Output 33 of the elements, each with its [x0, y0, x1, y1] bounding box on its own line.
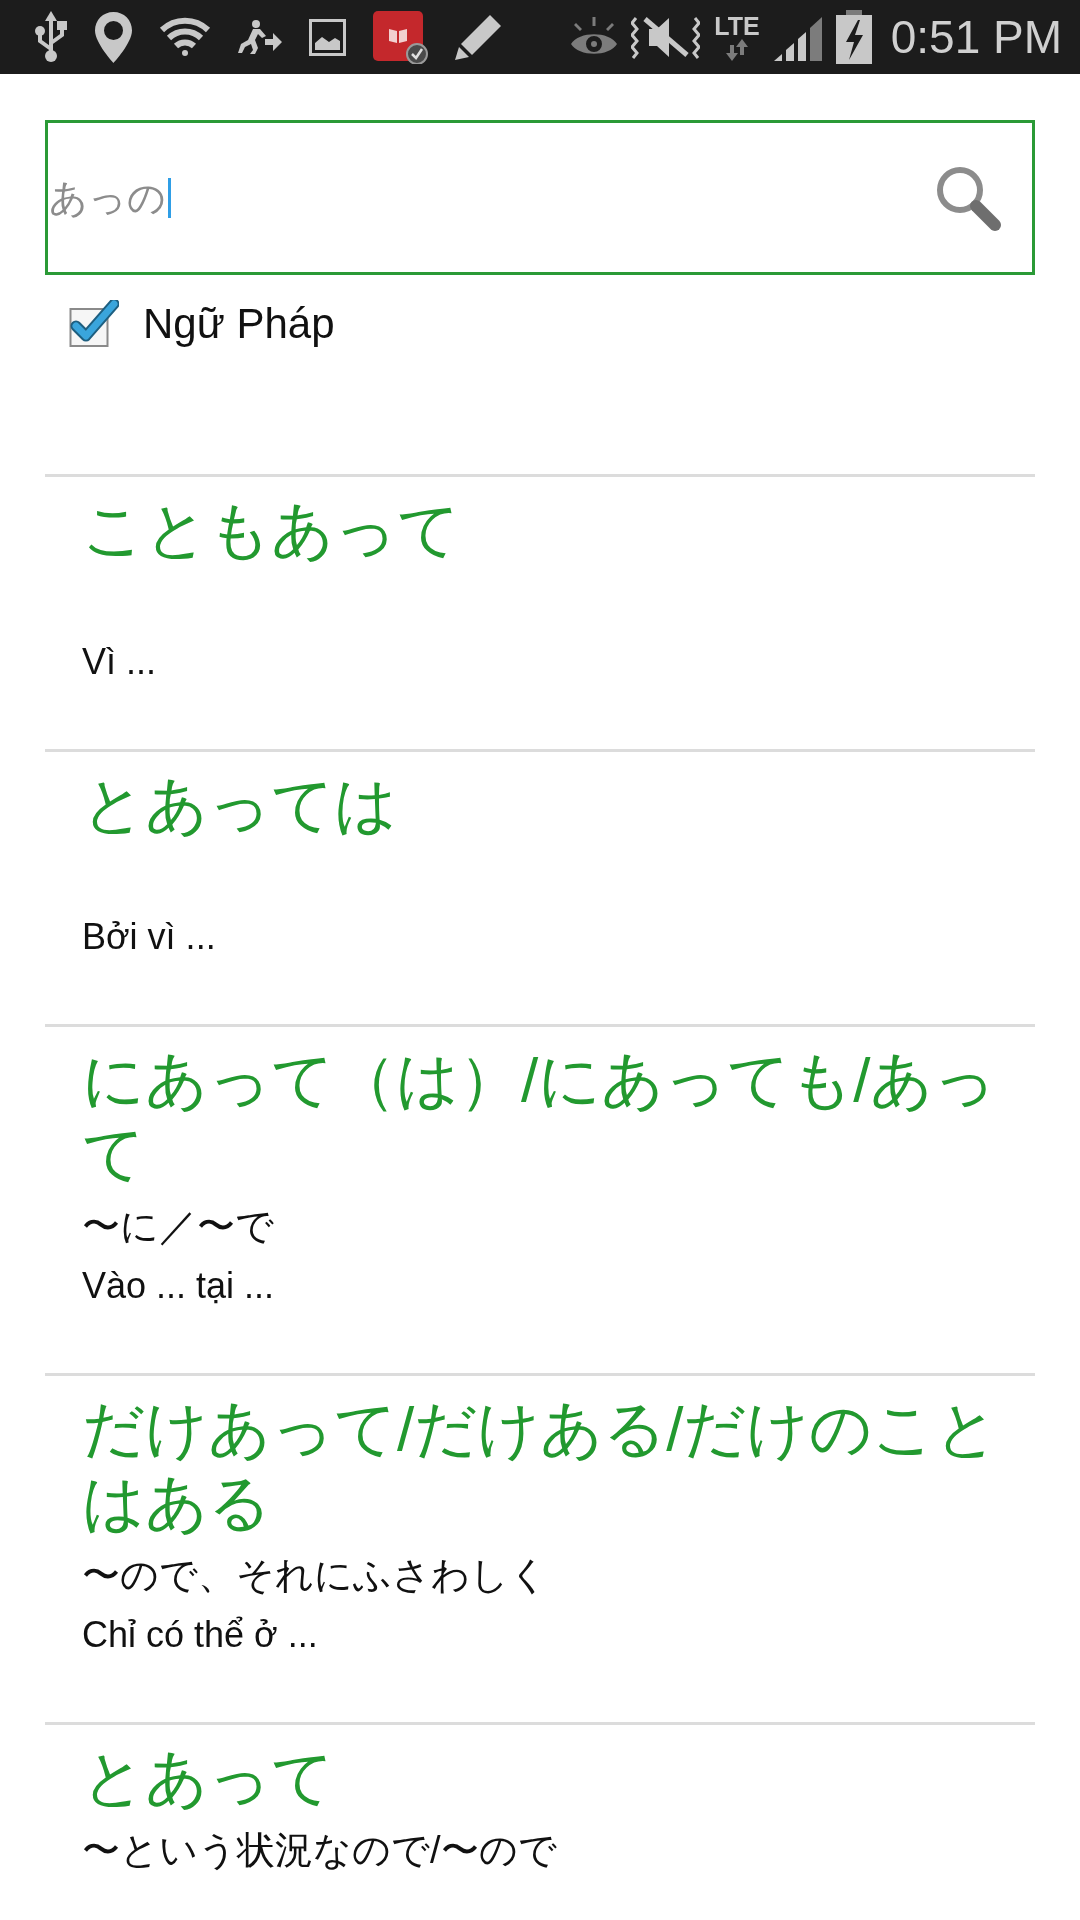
grammar-list-item[interactable]: こともあって Vì ...	[45, 474, 1035, 749]
book-app-icon	[373, 10, 428, 64]
data-arrows-icon	[726, 38, 748, 61]
example-text: 〜ので、それにふさわしく	[82, 1553, 549, 1598]
grammar-title: とあっては	[82, 769, 398, 841]
meaning-text: Chỉ có thể ở ...	[82, 1613, 319, 1657]
checkbox[interactable]	[69, 300, 119, 348]
grammar-list-item[interactable]: にあって（は）/にあっても/あって 〜に／〜で Vào ... tại ...	[45, 1024, 1035, 1373]
grammar-list-item[interactable]: とあっては Bởi vì ...	[45, 749, 1035, 1024]
meaning-text: Vì ...	[82, 640, 158, 684]
meaning-text: Vào ... tại ...	[82, 1264, 276, 1308]
grammar-list-item[interactable]: だけあって/だけある/だけのことはある 〜ので、それにふさわしく Chỉ có thể ở ...	[45, 1373, 1035, 1722]
grammar-title: にあって（は）/にあっても/あって	[82, 1044, 998, 1190]
grammar-list-item[interactable]: とあって 〜という状況なので/〜ので	[45, 1722, 1035, 1888]
status-time: 0:51 PM	[890, 12, 1062, 62]
running-person-arrow-icon	[238, 20, 282, 54]
grammar-title: だけあって/だけある/だけのことはある	[82, 1393, 1000, 1539]
example-text: 〜という状況なので/〜ので	[82, 1828, 558, 1873]
wifi-icon	[159, 17, 211, 57]
pencil-icon	[455, 14, 501, 60]
location-pin-icon	[95, 11, 132, 63]
image-icon	[309, 18, 346, 56]
grammar-title: とあって	[82, 1742, 335, 1814]
example-text: 〜に／〜で	[82, 1204, 275, 1249]
network-type-label: LTE	[714, 13, 760, 39]
eye-icon	[571, 17, 618, 57]
vibrate-mute-icon	[631, 14, 701, 60]
checkbox-label[interactable]: Ngữ Pháp	[143, 300, 335, 348]
battery-charging-icon	[835, 10, 872, 64]
meaning-text: Bởi vì ...	[82, 915, 217, 959]
usb-icon	[34, 11, 68, 63]
grammar-title: こともあって	[82, 494, 461, 566]
text-cursor	[168, 177, 171, 218]
